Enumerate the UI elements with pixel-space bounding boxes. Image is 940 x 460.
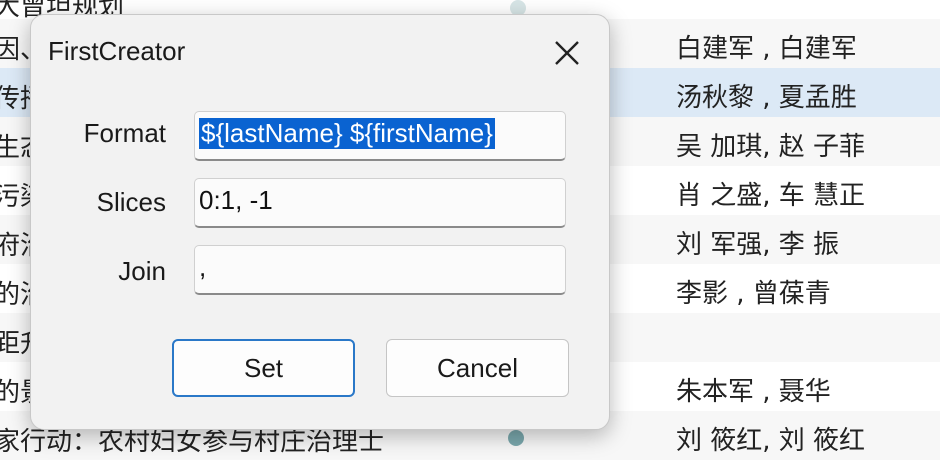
item-creator: 刘 筱红, 刘 筱红: [676, 426, 866, 456]
item-creator: 朱本军 , 聂华: [676, 377, 831, 407]
item-creator: 吴 加琪, 赵 子菲: [676, 132, 866, 162]
dialog-title: FirstCreator: [48, 36, 186, 66]
format-value: ${lastName} ${firstName}: [199, 118, 495, 149]
close-icon: [555, 41, 579, 65]
item-creator: 李影 , 曾葆青: [676, 279, 831, 309]
firstcreator-dialog: FirstCreator Format ${lastName} ${firstN…: [30, 14, 610, 430]
set-button[interactable]: Set: [172, 339, 355, 397]
close-button[interactable]: [551, 37, 583, 69]
join-field[interactable]: ,: [194, 245, 566, 295]
cancel-button[interactable]: Cancel: [386, 339, 569, 397]
format-field[interactable]: ${lastName} ${firstName}: [194, 111, 566, 161]
slices-label: Slices: [96, 187, 166, 217]
item-creator: 肖 之盛, 车 慧正: [676, 181, 866, 211]
item-creator: 白建军 , 白建军: [676, 34, 857, 64]
slices-field[interactable]: 0:1, -1: [194, 178, 566, 228]
join-value: ,: [199, 252, 207, 282]
slices-value: 0:1, -1: [199, 185, 273, 215]
status-dot-icon: [508, 430, 524, 446]
item-creator: 刘 军强, 李 振: [676, 230, 840, 260]
item-creator: 汤秋黎 , 夏孟胜: [676, 83, 857, 113]
join-label: Join: [118, 256, 166, 286]
format-label: Format: [83, 118, 166, 148]
